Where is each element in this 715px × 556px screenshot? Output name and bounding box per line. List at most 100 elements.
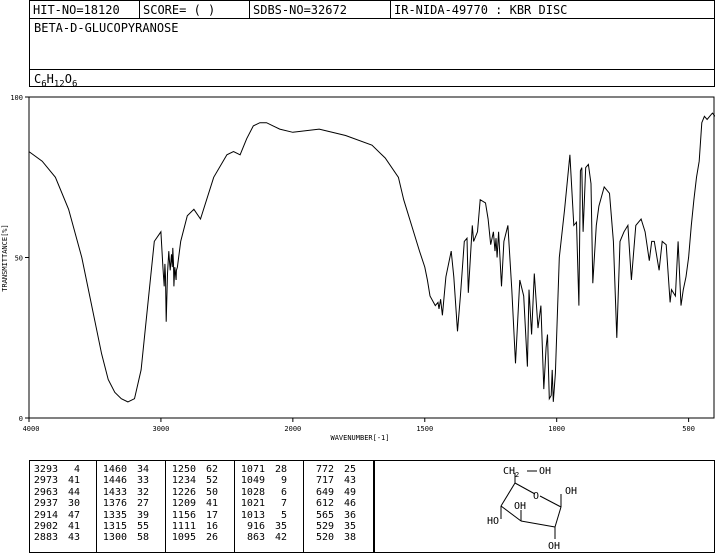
peak-transmittance: 17 — [205, 509, 218, 521]
peak-transmittance: 47 — [67, 509, 80, 521]
peak-wavenumber: 1446 — [102, 475, 127, 487]
peak-transmittance: 30 — [67, 498, 80, 510]
peak-row: 2963 44 — [32, 487, 80, 498]
peak-wavenumber: 1021 — [240, 498, 265, 510]
peak-transmittance: 7 — [280, 498, 287, 510]
peak-wavenumber: 529 — [315, 521, 334, 533]
peak-transmittance: 35 — [274, 521, 287, 533]
ir-spectrum-chart: 4000 3000 2000 1500 1000 500 0 50 100 WAVENUMBER… — [1, 94, 715, 442]
peak-row: 1446 33 — [101, 475, 149, 486]
peak-transmittance: 39 — [136, 509, 149, 521]
peak-row: 2914 47 — [32, 510, 80, 521]
peak-transmittance: 28 — [274, 464, 287, 475]
peak-transmittance: 44 — [67, 486, 80, 498]
peak-wavenumber: 772 — [315, 464, 334, 475]
x-tick-label: 500 — [682, 425, 695, 433]
peak-transmittance: 33 — [136, 475, 149, 487]
peak-wavenumber: 520 — [315, 532, 334, 544]
peak-transmittance: 43 — [343, 475, 356, 487]
peak-transmittance: 52 — [205, 475, 218, 487]
peak-transmittance: 50 — [205, 486, 218, 498]
peak-row: 1433 32 — [101, 487, 149, 498]
peak-wavenumber: 1049 — [240, 475, 265, 487]
peak-transmittance: 62 — [205, 464, 218, 475]
peak-wavenumber: 612 — [315, 498, 334, 510]
peak-wavenumber: 1376 — [102, 498, 127, 510]
peak-transmittance: 46 — [343, 498, 356, 510]
peak-wavenumber: 1156 — [171, 509, 196, 521]
peak-transmittance: 41 — [205, 498, 218, 510]
x-tick-label: 3000 — [152, 425, 169, 433]
peak-transmittance: 9 — [280, 475, 287, 487]
peak-wavenumber: 3293 — [33, 464, 58, 475]
peak-transmittance: 38 — [343, 532, 356, 544]
peak-wavenumber: 649 — [315, 486, 334, 498]
peak-column-divider — [303, 461, 304, 552]
peak-column-divider — [165, 461, 166, 552]
peak-row: 1376 27 — [101, 498, 149, 509]
peak-row: 1209 41 — [170, 498, 218, 509]
peak-wavenumber: 2963 — [33, 486, 58, 498]
peak-column: 1071 28 1049 9 1028 6 1021 7 1013 5 916 35 863 42 — [239, 464, 287, 544]
peak-column: 1460 34 1446 33 1433 32 1376 27 1335 39 1315 55 1300… — [101, 464, 149, 544]
peak-column-divider — [234, 461, 235, 552]
peak-row: 1300 58 — [101, 532, 149, 543]
peak-row: 612 46 — [308, 498, 356, 509]
peak-wavenumber: 2883 — [33, 532, 58, 544]
peak-wavenumber: 1095 — [171, 532, 196, 544]
x-axis-label: WAVENUMBER[-1] — [330, 434, 389, 442]
peak-transmittance: 32 — [136, 486, 149, 498]
peak-wavenumber: 1234 — [171, 475, 196, 487]
peak-wavenumber: 1433 — [102, 486, 127, 498]
peak-wavenumber: 2914 — [33, 509, 58, 521]
peak-row: 1071 28 — [239, 464, 287, 475]
peak-column-divider — [96, 461, 97, 552]
x-tick-label: 1500 — [416, 425, 433, 433]
peak-wavenumber: 2902 — [33, 521, 58, 533]
ch2-label: CH2 — [503, 466, 519, 479]
peak-transmittance: 55 — [136, 521, 149, 533]
peak-column: 1250 62 1234 52 1226 50 1209 41 1156 17 1111 16 1095… — [170, 464, 218, 544]
peak-row: 2902 41 — [32, 521, 80, 532]
peak-transmittance: 27 — [136, 498, 149, 510]
peak-row: 1156 17 — [170, 510, 218, 521]
spectrum-line — [28, 112, 715, 403]
peak-row: 772 25 — [308, 464, 356, 475]
peak-row: 1460 34 — [101, 464, 149, 475]
oh-c1-label: OH — [565, 486, 577, 497]
peak-wavenumber: 1460 — [102, 464, 127, 475]
peak-transmittance: 34 — [136, 464, 149, 475]
peak-row: 2973 41 — [32, 475, 80, 486]
peak-transmittance: 26 — [205, 532, 218, 544]
oh-c3-label: HO — [487, 516, 499, 527]
x-tick-label: 1000 — [548, 425, 565, 433]
peak-row: 1049 9 — [239, 475, 287, 486]
peak-row: 1095 26 — [170, 532, 218, 543]
x-tick-label: 4000 — [23, 425, 40, 433]
peak-wavenumber: 2937 — [33, 498, 58, 510]
peak-wavenumber: 1315 — [102, 521, 127, 533]
peak-wavenumber: 1209 — [171, 498, 196, 510]
peak-column: 772 25 717 43 649 49 612 46 565 36 529 35 520 38 — [308, 464, 356, 544]
peak-row: 1335 39 — [101, 510, 149, 521]
peak-row: 649 49 — [308, 487, 356, 498]
peak-row: 565 36 — [308, 510, 356, 521]
peak-wavenumber: 1250 — [171, 464, 196, 475]
peak-row: 520 38 — [308, 532, 356, 543]
peak-wavenumber: 1226 — [171, 486, 196, 498]
peak-transmittance: 58 — [136, 532, 149, 544]
peak-wavenumber: 2973 — [33, 475, 58, 487]
peak-row: 1315 55 — [101, 521, 149, 532]
oh-c4-label: OH — [514, 501, 526, 512]
peak-wavenumber: 717 — [315, 475, 334, 487]
peak-row: 1021 7 — [239, 498, 287, 509]
peak-transmittance: 35 — [343, 521, 356, 533]
peak-transmittance: 4 — [73, 464, 80, 475]
x-tick-label: 2000 — [284, 425, 301, 433]
peak-transmittance: 6 — [280, 486, 287, 498]
peak-row: 863 42 — [239, 532, 287, 543]
peak-wavenumber: 1028 — [240, 486, 265, 498]
peak-row: 2883 43 — [32, 532, 80, 543]
peak-transmittance: 25 — [343, 464, 356, 475]
peak-row: 1028 6 — [239, 487, 287, 498]
